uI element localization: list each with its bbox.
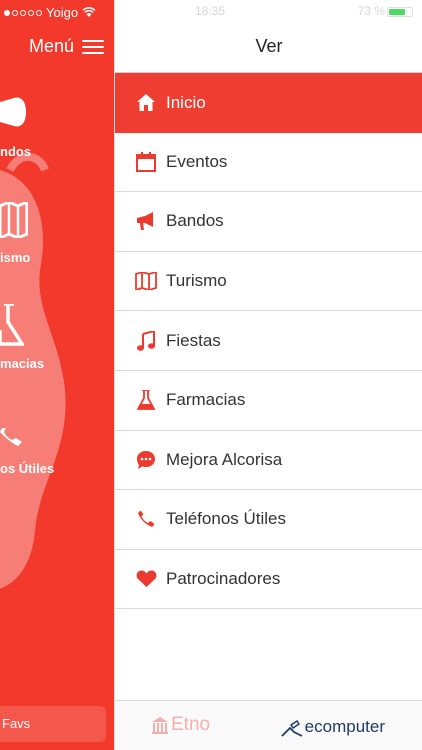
footer-logos: Etno ecomputer	[115, 700, 422, 750]
left-item-telefonos[interactable]: os Útiles	[0, 461, 54, 476]
menu-item-fiestas[interactable]: Fiestas	[115, 311, 422, 371]
carrier-name: Yoigo	[46, 5, 79, 20]
battery-level	[389, 9, 405, 15]
navigation-menu-panel: 18:35 73 % Ver Inicio Eventos Bandos Tur…	[114, 0, 422, 750]
menu-item-mejora-alcorisa[interactable]: Mejora Alcorisa	[115, 431, 422, 491]
signal-strength-icon	[4, 9, 42, 16]
phone-icon	[135, 508, 157, 530]
left-item-bandos[interactable]: ndos	[0, 144, 31, 159]
menu-item-label: Mejora Alcorisa	[166, 449, 283, 469]
hamburger-icon	[82, 39, 104, 54]
favs-label: Favs	[2, 716, 31, 731]
flask-icon[interactable]	[0, 304, 24, 348]
menu-item-label: Turismo	[166, 271, 227, 291]
menu-toggle[interactable]: Menú	[29, 36, 104, 57]
building-icon	[152, 717, 168, 734]
menu-item-label: Patrocinadores	[166, 569, 281, 589]
menu-item-label: Eventos	[166, 151, 228, 171]
favs-button[interactable]: Favs	[0, 706, 106, 742]
calendar-icon	[135, 151, 157, 173]
home-icon	[135, 92, 157, 114]
map-icon[interactable]	[0, 202, 28, 238]
menu-item-label: Bandos	[166, 211, 224, 231]
megaphone-icon	[135, 210, 157, 232]
wifi-icon	[82, 7, 96, 17]
menu-item-label: Fiestas	[166, 330, 221, 350]
menu-item-farmacias[interactable]: Farmacias	[115, 371, 422, 431]
menu-item-eventos[interactable]: Eventos	[115, 133, 422, 193]
heart-icon	[135, 568, 157, 590]
map-icon	[135, 270, 157, 292]
status-bar-right: 18:35 73 %	[115, 4, 422, 20]
ecomputer-logo-text: ecomputer	[304, 717, 385, 736]
menu-item-bandos[interactable]: Bandos	[115, 192, 422, 252]
pen-cursor-icon	[281, 720, 303, 737]
ecomputer-logo[interactable]: ecomputer	[281, 717, 385, 737]
megaphone-icon[interactable]	[0, 90, 28, 134]
flask-icon	[135, 389, 157, 411]
side-menu-panel: Yoigo Menú ndos ismo macias os Útiles Fa…	[0, 0, 114, 750]
menu-item-telefonos-utiles[interactable]: Teléfonos Útiles	[115, 490, 422, 550]
menu-item-turismo[interactable]: Turismo	[115, 252, 422, 312]
menu-label: Menú	[28, 36, 74, 56]
battery-icon	[387, 7, 413, 17]
chat-bubble-icon	[135, 449, 157, 471]
music-note-icon	[135, 330, 157, 352]
left-item-turismo[interactable]: ismo	[0, 250, 30, 265]
etno-logo[interactable]: Etno	[151, 714, 210, 736]
left-item-farmacias[interactable]: macias	[0, 356, 44, 371]
menu-item-patrocinadores[interactable]: Patrocinadores	[115, 550, 422, 610]
battery-percent: 73 %	[357, 4, 385, 18]
status-bar-left: Yoigo	[4, 5, 96, 20]
menu-list: Inicio Eventos Bandos Turismo Fiestas Fa…	[115, 73, 422, 610]
phone-icon[interactable]	[0, 428, 22, 450]
menu-item-label: Inicio	[166, 92, 206, 112]
menu-item-label: Teléfonos Útiles	[166, 509, 287, 529]
page-title: Ver	[255, 36, 283, 56]
status-time: 18:35	[195, 4, 226, 18]
menu-item-label: Farmacias	[166, 390, 246, 410]
etno-logo-text: Etno	[171, 714, 211, 735]
menu-item-inicio[interactable]: Inicio	[115, 73, 422, 133]
